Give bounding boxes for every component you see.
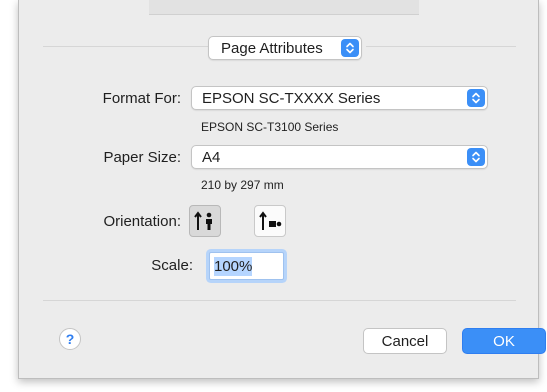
format-for-label: Format For:: [102, 90, 181, 107]
help-button[interactable]: ?: [59, 328, 81, 350]
paper-size-value: A4: [202, 148, 221, 166]
paper-size-label: Paper Size:: [103, 149, 181, 166]
popup-stepper-icon: [467, 89, 485, 107]
scale-input[interactable]: 100%: [209, 252, 284, 280]
orientation-portrait-button[interactable]: [189, 205, 221, 237]
paper-size-detail: 210 by 297 mm: [201, 178, 284, 192]
cancel-button[interactable]: Cancel: [363, 328, 447, 354]
format-for-detail: EPSON SC-T3100 Series: [201, 120, 339, 134]
popup-stepper-icon: [341, 39, 359, 57]
paper-size-popup[interactable]: A4: [191, 145, 488, 169]
landscape-orientation-icon: [259, 211, 282, 230]
settings-menu-value: Page Attributes: [221, 39, 323, 57]
scale-label: Scale:: [151, 257, 193, 274]
format-for-value: EPSON SC-TXXXX Series: [202, 89, 381, 107]
help-icon: ?: [65, 331, 75, 347]
popup-stepper-icon: [467, 148, 485, 166]
settings-menu-popup[interactable]: Page Attributes: [208, 36, 362, 60]
separator-right: [366, 46, 516, 47]
ok-button[interactable]: OK: [462, 328, 546, 354]
portrait-orientation-icon: [194, 211, 212, 230]
scale-value: 100%: [214, 256, 253, 276]
separator-left: [43, 46, 208, 47]
format-for-popup[interactable]: EPSON SC-TXXXX Series: [191, 86, 488, 110]
page-setup-dialog: Page Attributes Format For: EPSON SC-TXX…: [18, 0, 546, 379]
separator-bottom: [43, 300, 516, 301]
orientation-landscape-button[interactable]: [254, 205, 286, 237]
title-bar: [149, 0, 419, 15]
orientation-label: Orientation:: [103, 213, 181, 230]
